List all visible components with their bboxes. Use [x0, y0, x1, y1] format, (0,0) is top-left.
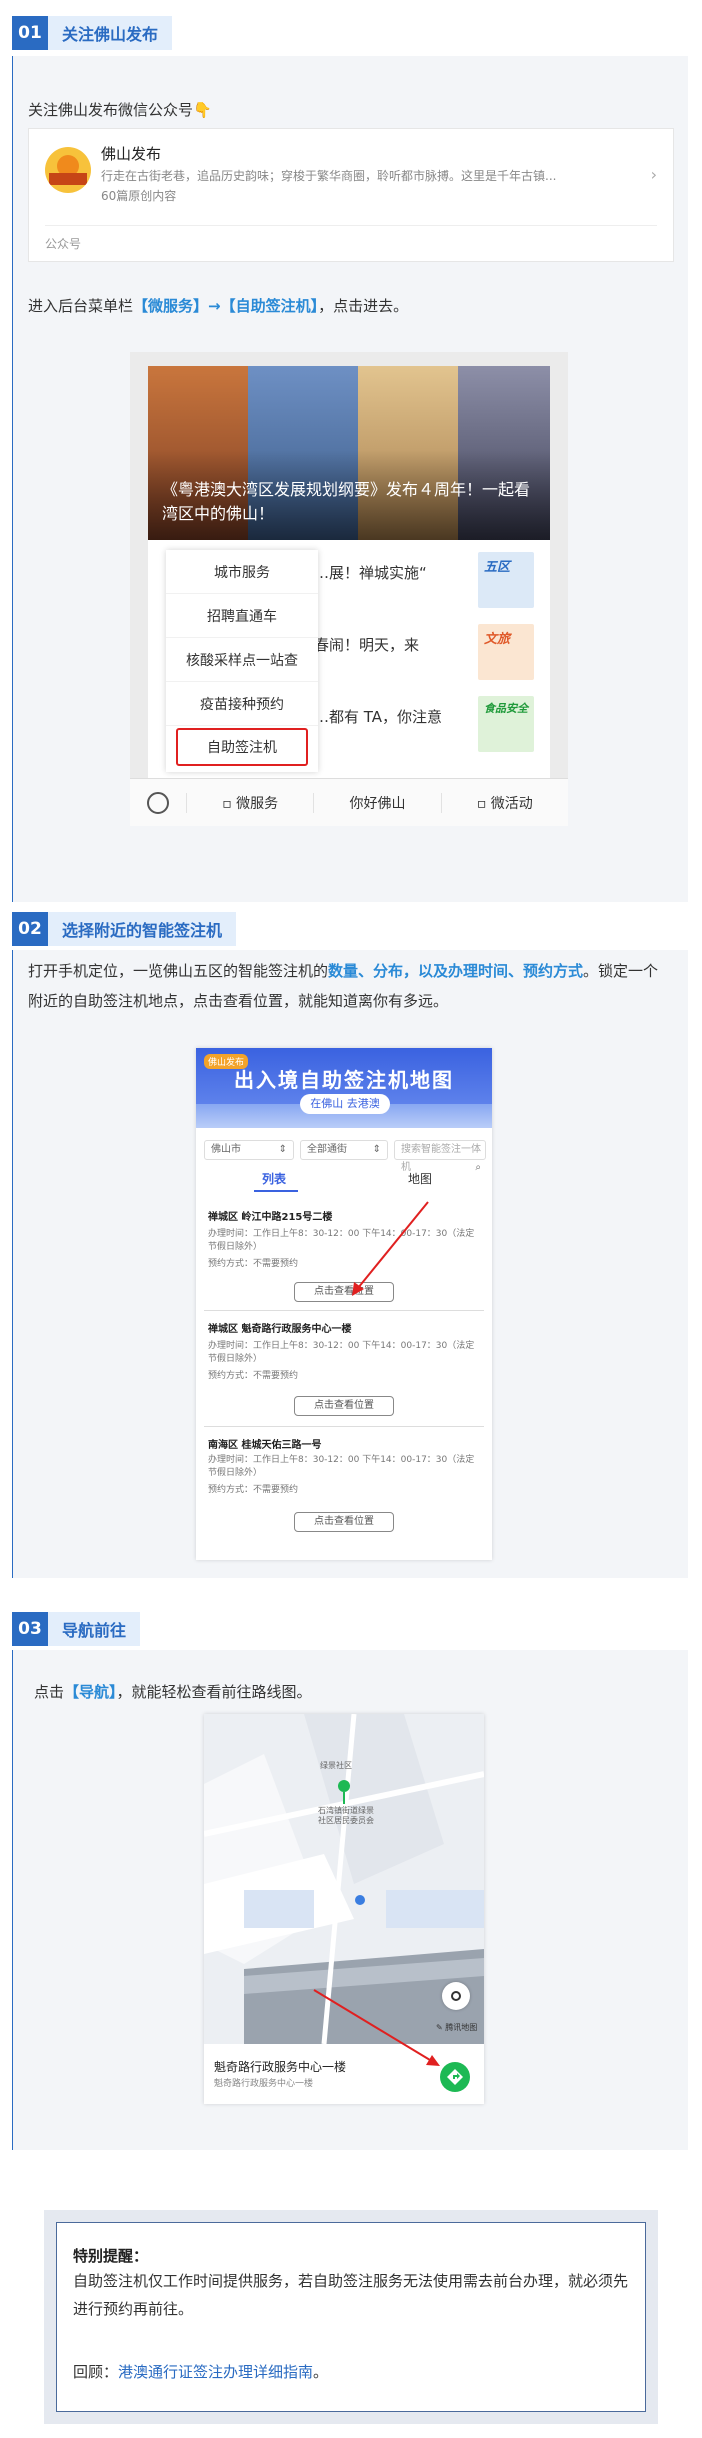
instruction-pre: 进入后台菜单栏 — [28, 297, 134, 315]
news-thumbnail[interactable]: 食品安全 — [478, 696, 534, 752]
account-card[interactable]: 佛山发布 行走在古街老巷，追品历史韵味；穿梭于繁华商圈，聆听都市脉搏。这里是千年… — [28, 128, 674, 262]
text-part: 点击 — [34, 1683, 65, 1701]
thumb-label: 五区 — [484, 560, 511, 575]
annotation-arrow — [352, 1201, 429, 1296]
news-thumbnail[interactable]: 文旅 — [478, 624, 534, 680]
account-description: 行走在古街老巷，追品历史韵味；穿梭于繁华商圈，聆听都市脉搏。这里是千年古镇... — [101, 169, 557, 183]
menu-item-recruitment[interactable]: 招聘直通车 — [166, 594, 318, 638]
reminder-inner: 特别提醒： 自助签注机仅工作时间提供服务，若自助签注服务无法使用需去前台办理，就… — [56, 2222, 646, 2412]
navigation-map-screenshot: 绿景社区 石湾镇街道绿景社区居民委员会 ✎ 腾讯地图 魁奇路行政服务中心一楼 魁… — [204, 1714, 484, 2104]
text-highlight: 【导航】 — [64, 1683, 117, 1701]
news-item-title[interactable]: …展！禅城实施“ — [314, 562, 427, 583]
step-1-instruction: 进入后台菜单栏【微服务】→【自助签注机】，点击进去。 — [28, 292, 408, 320]
reminder-body: 自助签注机仅工作时间提供服务，若自助签注服务无法使用需去前台办理，就必须先进行预… — [73, 2272, 629, 2318]
step-2-header: 02 选择附近的智能签注机 — [12, 912, 237, 946]
instruction-post: ，点击进去。 — [318, 297, 409, 315]
account-type-label: 公众号 — [45, 237, 82, 251]
keyboard-toggle[interactable] — [130, 791, 186, 814]
menu-item-nucleic-test[interactable]: 核酸采样点一站查 — [166, 638, 318, 682]
review-end: 。 — [313, 2363, 329, 2381]
account-name: 佛山发布 — [101, 145, 162, 163]
banner-title: 《粤港澳大湾区发展规划纲要》发布４周年！一起看湾区中的佛山！ — [162, 480, 531, 523]
wechat-menu-screenshot: 《粤港澳大湾区发展规划纲要》发布４周年！一起看湾区中的佛山！ …展！禅城实施“ … — [130, 352, 568, 826]
step-1-header: 01 关注佛山发布 — [12, 16, 173, 50]
menu-item-vaccine[interactable]: 疫苗接种预约 — [166, 682, 318, 726]
step-title: 关注佛山发布 — [48, 16, 173, 50]
tab-label: 微服务 — [236, 795, 279, 812]
news-item-title[interactable]: 春闹！明天，来 — [314, 634, 419, 655]
review-line: 回顾：港澳通行证签注办理详细指南。 — [73, 2361, 328, 2382]
reminder-box: 特别提醒： 自助签注机仅工作时间提供服务，若自助签注服务无法使用需去前台办理，就… — [44, 2210, 658, 2424]
divider — [45, 225, 657, 226]
thumb-label: 食品安全 — [484, 702, 528, 715]
tab-label: 微活动 — [490, 795, 533, 812]
keyboard-icon — [147, 791, 169, 814]
step-number: 01 — [12, 16, 48, 50]
account-logo — [45, 147, 91, 193]
text-part: ，就能轻松查看前往路线图。 — [116, 1683, 312, 1701]
news-banner[interactable]: 《粤港澳大湾区发展规划纲要》发布４周年！一起看湾区中的佛山！ — [148, 366, 550, 540]
tab-hello-foshan[interactable]: 你好佛山 — [313, 792, 440, 813]
step-number: 02 — [12, 912, 48, 946]
account-article-count: 60篇原创内容 — [101, 189, 177, 203]
reminder-title: 特别提醒： — [73, 2247, 149, 2265]
review-link[interactable]: 港澳通行证签注办理详细指南 — [118, 2363, 313, 2381]
step-2-text: 打开手机定位，一览佛山五区的智能签注机的数量、分布，以及办理时间、预约方式。锁定… — [28, 956, 664, 1016]
menu-item-self-service-endorsement[interactable]: 自助签注机 — [176, 728, 308, 766]
thumb-label: 文旅 — [484, 632, 511, 647]
endorsement-map-screenshot: 佛山发布 出入境自助签注机地图 在佛山 去港澳 佛山市 ⇕ 全部通街 ⇕ 搜索智能签… — [196, 1048, 492, 1560]
annotation-arrow — [313, 1989, 440, 2066]
tab-micro-activity[interactable]: ▫ 微活动 — [440, 792, 568, 813]
step-number: 03 — [12, 1612, 48, 1646]
news-item-title[interactable]: …都有 TA，你注意 — [314, 706, 442, 727]
news-thumbnail[interactable]: 五区 — [478, 552, 534, 608]
chevron-right-icon: › — [650, 165, 657, 184]
step-title: 导航前往 — [48, 1612, 141, 1646]
submenu-popup: 城市服务 招聘直通车 核酸采样点一站查 疫苗接种预约 自助签注机 — [166, 550, 318, 772]
instruction-menu-path: 【微服务】→【自助签注机】 — [133, 297, 319, 315]
tab-micro-service[interactable]: ▫ 微服务 — [186, 792, 313, 813]
menu-item-city-service[interactable]: 城市服务 — [166, 550, 318, 594]
step-3-header: 03 导航前往 — [12, 1612, 141, 1646]
step-title: 选择附近的智能签注机 — [48, 912, 237, 946]
bottom-menu-bar: ▫ 微服务 你好佛山 ▫ 微活动 — [130, 778, 568, 826]
step-3-text: 点击【导航】，就能轻松查看前往路线图。 — [34, 1678, 312, 1706]
text-part: 打开手机定位，一览佛山五区的智能签注机的 — [28, 962, 329, 980]
follow-intro: 关注佛山发布微信公众号👇 — [28, 101, 212, 119]
text-highlight: 数量、分布，以及办理时间、预约方式 — [328, 962, 584, 980]
review-label: 回顾： — [73, 2363, 119, 2381]
